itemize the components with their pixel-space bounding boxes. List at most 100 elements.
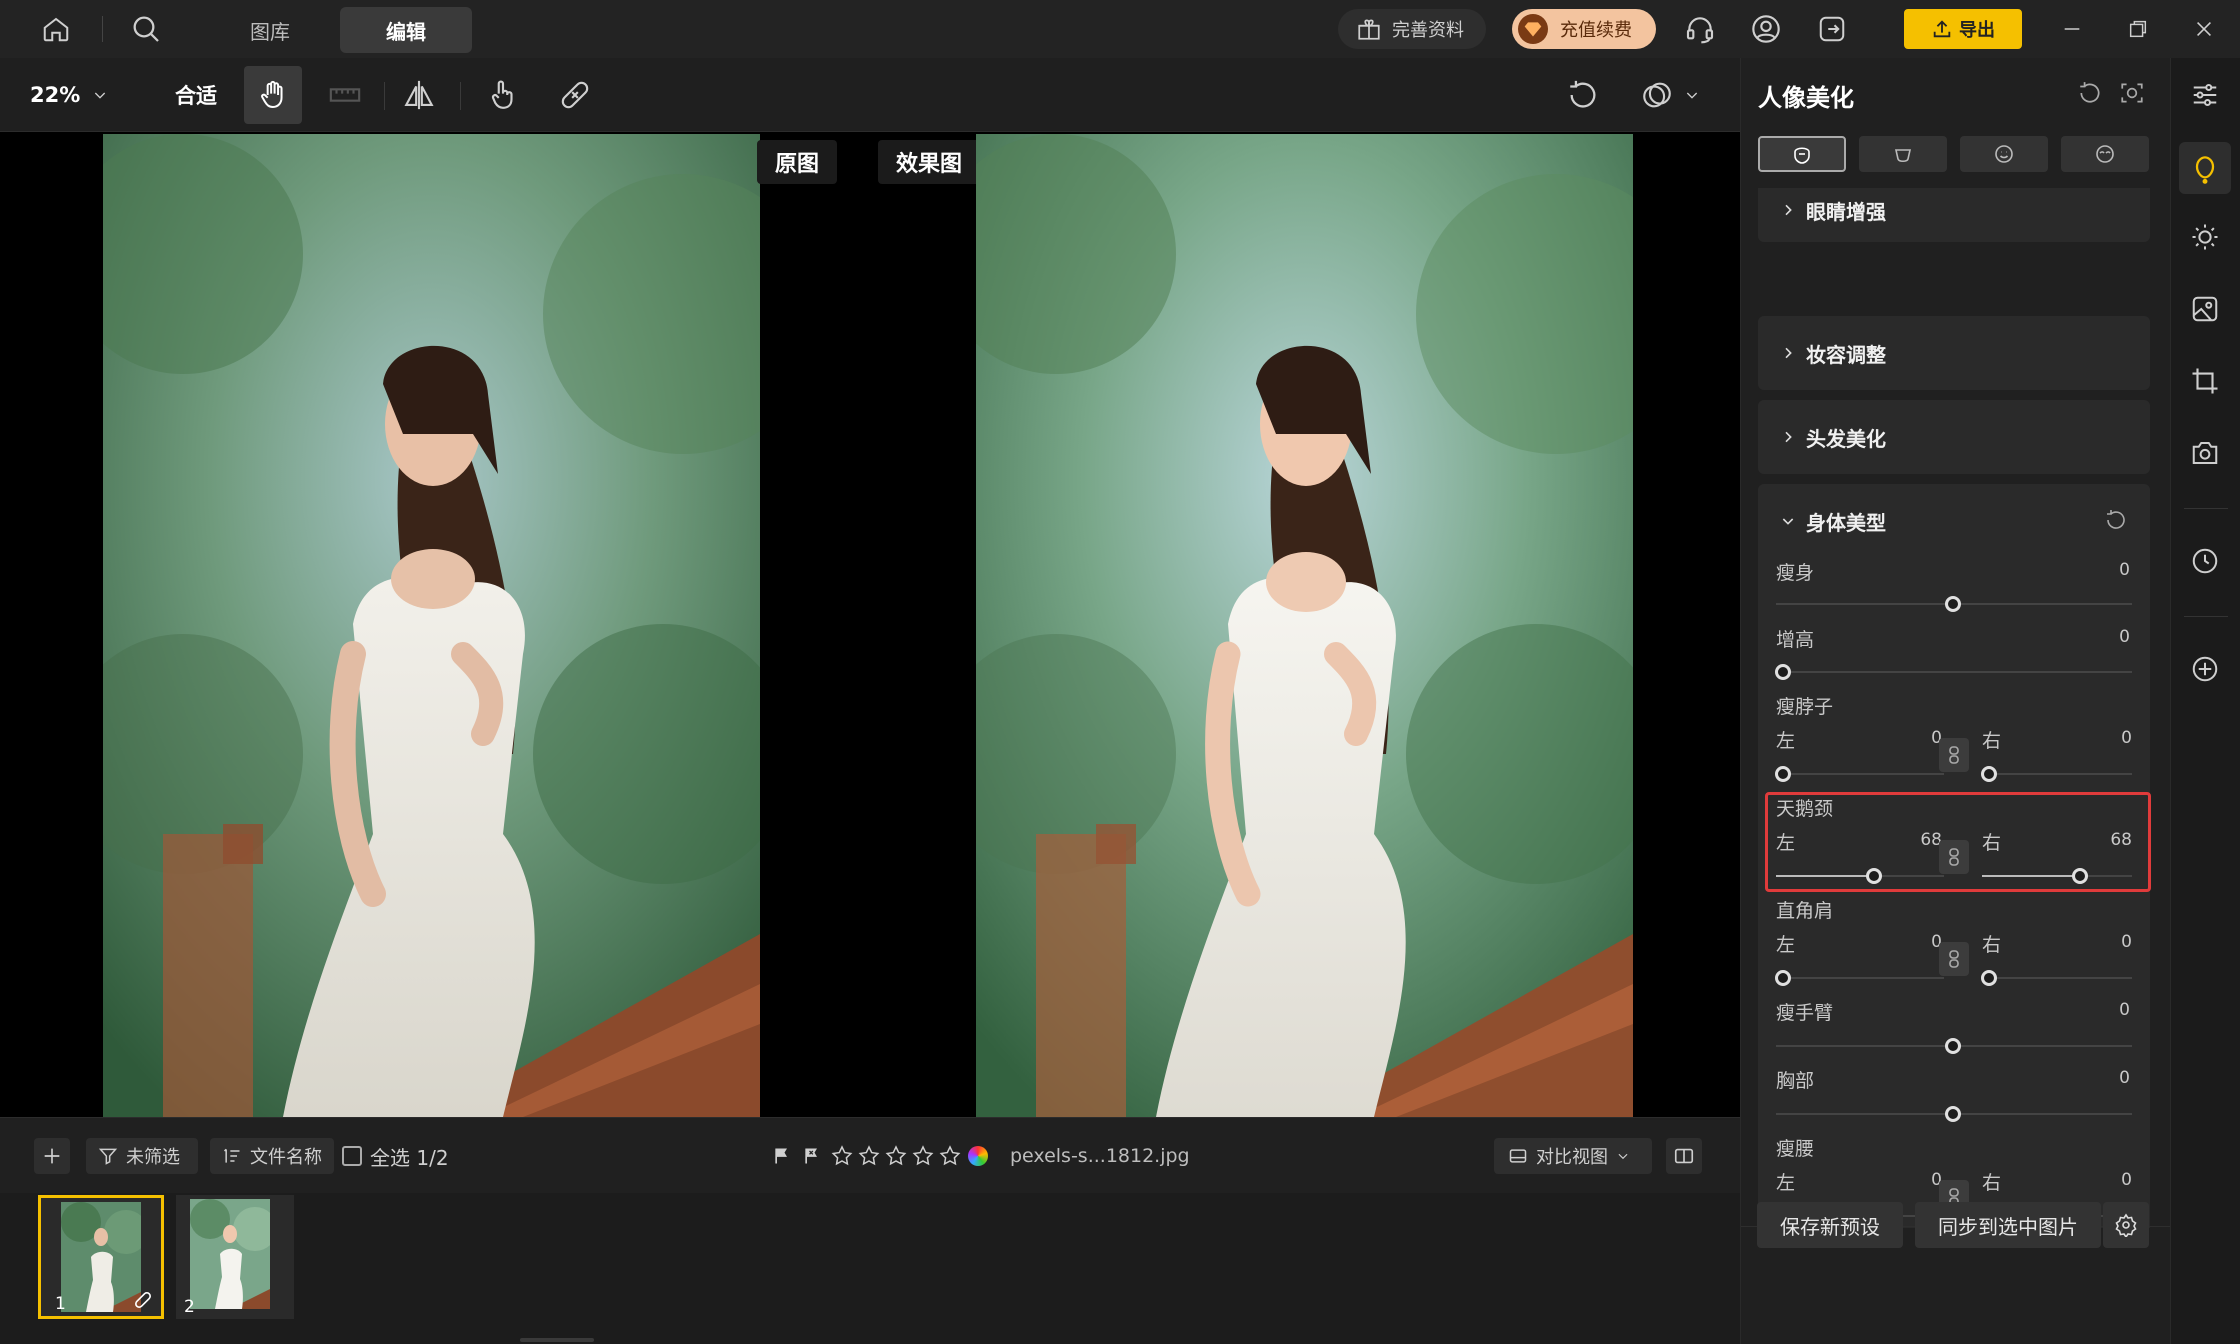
original-photo[interactable] xyxy=(103,134,760,1117)
square-shoulder-right-handle[interactable] xyxy=(1981,970,1997,986)
panel-scroll-area[interactable]: 眼睛增强 妆容调整 头发美化 身体美型 瘦身 0 增高 0 瘦脖子 左 0 右 … xyxy=(1741,188,2171,1228)
user-icon[interactable] xyxy=(1746,0,1786,58)
square-shoulder-left-value: 0 xyxy=(1931,932,1942,952)
swan-neck-link-button[interactable] xyxy=(1939,840,1969,874)
slim-body-handle[interactable] xyxy=(1945,596,1961,612)
square-shoulder-left-handle[interactable] xyxy=(1775,970,1791,986)
waist-label: 瘦腰 xyxy=(1776,1138,1815,1160)
camera-icon[interactable] xyxy=(2182,430,2228,476)
height-handle[interactable] xyxy=(1775,664,1791,680)
background-icon[interactable] xyxy=(2182,286,2228,332)
save-preset-button[interactable]: 保存新预设 xyxy=(1757,1202,1903,1248)
section-reset-icon[interactable] xyxy=(2104,508,2128,532)
section-body-shape: 身体美型 瘦身 0 增高 0 瘦脖子 左 0 右 0 天鹅颈 左 68 右 68… xyxy=(1758,484,2151,1228)
chevron-down-icon xyxy=(1686,92,1698,99)
face-detect-icon[interactable] xyxy=(2119,80,2145,106)
thumbnail-1[interactable]: 1 xyxy=(38,1195,164,1319)
logout-icon[interactable] xyxy=(1812,0,1852,58)
settings-button[interactable] xyxy=(2103,1202,2149,1248)
tab-skin[interactable] xyxy=(1859,136,1947,172)
headset-icon[interactable] xyxy=(1680,0,1720,58)
slim-arm-handle[interactable] xyxy=(1945,1038,1961,1054)
swan-neck-left-label: 左 xyxy=(1776,832,1796,854)
thumbnail-index: 1 xyxy=(55,1294,66,1314)
complete-profile-button[interactable]: 完善资料 xyxy=(1338,9,1486,49)
color-label-icon[interactable] xyxy=(968,1146,988,1166)
square-shoulder-left-slider[interactable] xyxy=(1776,977,1944,979)
complete-profile-label: 完善资料 xyxy=(1392,20,1464,41)
thumbnail-scrollbar[interactable] xyxy=(520,1338,594,1342)
search-icon[interactable] xyxy=(126,0,166,58)
swan-neck-right-handle[interactable] xyxy=(2072,868,2088,884)
star-icon[interactable] xyxy=(830,1144,854,1168)
star-icon[interactable] xyxy=(938,1144,962,1168)
tab-makeup[interactable] xyxy=(2061,136,2149,172)
thumbnail-2[interactable]: 2 xyxy=(176,1195,294,1319)
split-view-button[interactable] xyxy=(1666,1138,1702,1174)
portrait-beauty-icon[interactable] xyxy=(2179,142,2231,194)
filter-button[interactable]: 未筛选 xyxy=(86,1138,198,1174)
adjust-sliders-icon[interactable] xyxy=(2182,72,2228,118)
tab-edit[interactable]: 编辑 xyxy=(340,7,472,53)
minimize-icon[interactable] xyxy=(2052,0,2092,58)
slim-neck-left-label: 左 xyxy=(1776,730,1796,752)
flag-icon[interactable] xyxy=(772,1146,792,1166)
zoom-dropdown[interactable]: 22% xyxy=(30,66,130,124)
tab-face-shape[interactable] xyxy=(1758,136,1846,172)
slim-neck-left-slider[interactable] xyxy=(1776,773,1944,775)
select-all-checkbox[interactable]: 全选 1/2 xyxy=(342,1138,462,1174)
photo-canvas[interactable]: 原图 效果图 xyxy=(0,132,1740,1117)
touch-tool[interactable] xyxy=(478,66,528,124)
slim-neck-left-handle[interactable] xyxy=(1775,766,1791,782)
tab-library[interactable]: 图库 xyxy=(222,7,318,53)
section-makeup[interactable]: 妆容调整 xyxy=(1758,316,2150,390)
swan-neck-left-handle[interactable] xyxy=(1866,868,1882,884)
waist-right-value: 0 xyxy=(2121,1170,2132,1190)
section-hair[interactable]: 头发美化 xyxy=(1758,400,2150,474)
height-slider[interactable] xyxy=(1776,671,2132,673)
add-icon[interactable] xyxy=(2182,646,2228,692)
square-shoulder-right-slider[interactable] xyxy=(1982,977,2132,979)
add-button[interactable] xyxy=(34,1138,70,1174)
section-eye-enhance[interactable]: 眼睛增强 xyxy=(1758,188,2150,242)
fit-button[interactable]: 合适 xyxy=(160,66,232,124)
skin-icon xyxy=(1895,149,1911,163)
waist-left-label: 左 xyxy=(1776,1172,1796,1194)
compare-view-dropdown[interactable]: 对比视图 xyxy=(1494,1138,1652,1174)
tab-expression[interactable] xyxy=(1960,136,2048,172)
link-icon xyxy=(1949,950,1959,968)
hand-tool[interactable] xyxy=(244,66,302,124)
star-icon[interactable] xyxy=(911,1144,935,1168)
slim-neck-right-slider[interactable] xyxy=(1982,773,2132,775)
square-shoulder-link-button[interactable] xyxy=(1939,942,1969,976)
export-button[interactable]: 导出 xyxy=(1904,9,2022,49)
chest-handle[interactable] xyxy=(1945,1106,1961,1122)
square-shoulder-left-label: 左 xyxy=(1776,934,1796,956)
divider xyxy=(102,16,103,42)
sort-icon xyxy=(223,1148,240,1163)
flip-tool[interactable] xyxy=(394,66,444,124)
star-icon[interactable] xyxy=(884,1144,908,1168)
section-header[interactable]: 身体美型 xyxy=(1780,484,1886,558)
sync-to-selected-button[interactable]: 同步到选中图片 xyxy=(1915,1202,2101,1248)
recharge-button[interactable]: 充值续费 xyxy=(1512,9,1656,49)
sort-button[interactable]: 文件名称 xyxy=(210,1138,334,1174)
light-icon[interactable] xyxy=(2182,214,2228,260)
slim-neck-right-handle[interactable] xyxy=(1981,766,1997,782)
crop-icon[interactable] xyxy=(2182,358,2228,404)
swan-neck-label: 天鹅颈 xyxy=(1776,798,1834,820)
slim-neck-link-button[interactable] xyxy=(1939,738,1969,772)
restore-icon[interactable] xyxy=(2118,0,2158,58)
reject-flag-icon[interactable] xyxy=(802,1146,822,1166)
bandage-tool[interactable] xyxy=(550,66,600,124)
star-icon[interactable] xyxy=(857,1144,881,1168)
mask-dropdown[interactable] xyxy=(1630,66,1710,124)
history-icon[interactable] xyxy=(2182,538,2228,584)
diamond-icon xyxy=(1518,14,1548,44)
ruler-tool[interactable] xyxy=(320,66,370,124)
reset-button[interactable] xyxy=(1558,66,1608,124)
panel-reset-icon[interactable] xyxy=(2077,80,2103,106)
result-photo[interactable] xyxy=(976,134,1633,1117)
home-icon[interactable] xyxy=(36,0,76,58)
close-icon[interactable] xyxy=(2184,0,2224,58)
